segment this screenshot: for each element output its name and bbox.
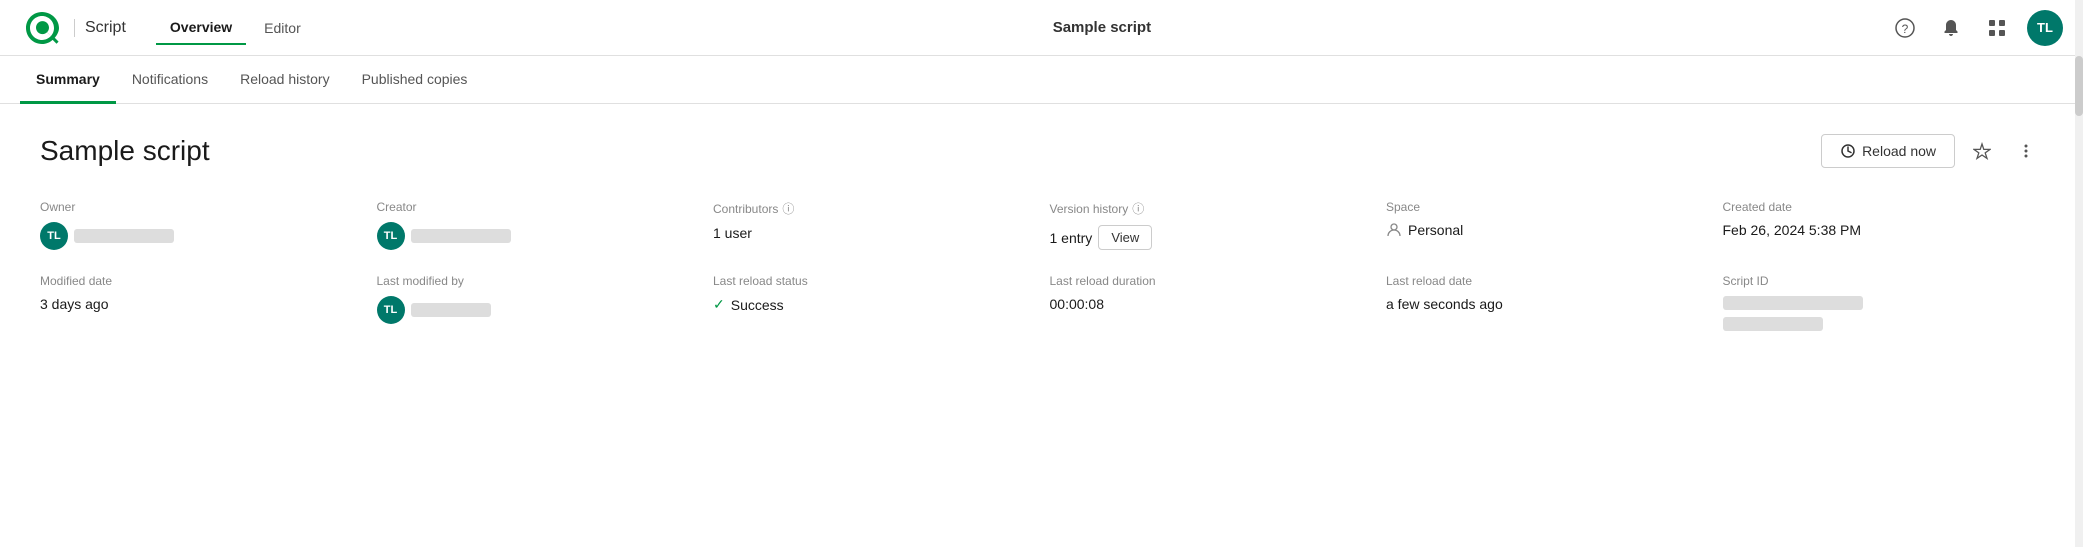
reload-icon	[1840, 143, 1856, 159]
last-modified-by-avatar: TL	[377, 296, 405, 324]
creator-value: TL	[377, 222, 698, 250]
main-content: Sample script Reload now	[0, 104, 2083, 504]
version-history-value: 1 entry View	[1050, 225, 1371, 250]
user-avatar[interactable]: TL	[2027, 10, 2063, 46]
script-id-label: Script ID	[1723, 274, 2044, 288]
space-value: Personal	[1386, 222, 1707, 238]
favorite-button[interactable]	[1965, 134, 1999, 168]
creator-name-blurred	[411, 229, 511, 243]
meta-last-reload-status: Last reload status ✓ Success	[713, 274, 1034, 331]
person-icon	[1386, 222, 1402, 238]
more-icon	[2017, 142, 2035, 160]
svg-text:?: ?	[1902, 22, 1909, 36]
contributors-info-icon: ⓘ	[782, 200, 794, 217]
sub-tabs: Summary Notifications Reload history Pub…	[0, 56, 2083, 104]
bell-icon	[1941, 18, 1961, 38]
tab-summary[interactable]: Summary	[20, 56, 116, 104]
last-reload-duration-label: Last reload duration	[1050, 274, 1371, 288]
meta-version-history: Version history ⓘ 1 entry View	[1050, 200, 1371, 250]
content-header: Sample script Reload now	[40, 134, 2043, 168]
last-modified-by-label: Last modified by	[377, 274, 698, 288]
tab-reload-history[interactable]: Reload history	[224, 56, 346, 104]
last-reload-duration-value: 00:00:08	[1050, 296, 1371, 312]
meta-script-id: Script ID	[1723, 274, 2044, 331]
nav-links: Overview Editor	[156, 11, 315, 45]
script-id-value	[1723, 296, 2044, 331]
owner-label: Owner	[40, 200, 361, 214]
created-date-label: Created date	[1723, 200, 2044, 214]
script-id-line1-blurred	[1723, 296, 1863, 310]
view-version-history-button[interactable]: View	[1098, 225, 1152, 250]
meta-created-date: Created date Feb 26, 2024 5:38 PM	[1723, 200, 2044, 250]
nav-actions: ? TL	[1889, 10, 2063, 46]
help-icon: ?	[1895, 18, 1915, 38]
space-label: Space	[1386, 200, 1707, 214]
version-history-info-icon: ⓘ	[1132, 200, 1144, 217]
more-options-button[interactable]	[2009, 134, 2043, 168]
app-title: Script	[74, 19, 126, 37]
last-modified-by-name-blurred	[411, 303, 491, 317]
meta-last-reload-duration: Last reload duration 00:00:08	[1050, 274, 1371, 331]
nav-link-overview[interactable]: Overview	[156, 11, 246, 45]
grid-icon	[1987, 18, 2007, 38]
last-reload-date-label: Last reload date	[1386, 274, 1707, 288]
nav-link-editor[interactable]: Editor	[250, 12, 315, 44]
content-actions: Reload now	[1821, 134, 2043, 168]
scrollbar-track[interactable]	[2075, 0, 2083, 547]
meta-owner: Owner TL	[40, 200, 361, 250]
logo-area: Script	[20, 6, 126, 50]
last-reload-date-value: a few seconds ago	[1386, 296, 1707, 312]
script-id-line2-blurred	[1723, 317, 1823, 331]
reload-now-button[interactable]: Reload now	[1821, 134, 1955, 168]
last-reload-status-label: Last reload status	[713, 274, 1034, 288]
last-reload-status-value: ✓ Success	[713, 296, 1034, 313]
apps-grid-button[interactable]	[1981, 12, 2013, 44]
owner-value: TL	[40, 222, 361, 250]
notifications-bell-button[interactable]	[1935, 12, 1967, 44]
owner-avatar: TL	[40, 222, 68, 250]
meta-space: Space Personal	[1386, 200, 1707, 250]
meta-last-modified-by: Last modified by TL	[377, 274, 698, 331]
help-icon-button[interactable]: ?	[1889, 12, 1921, 44]
version-history-label: Version history ⓘ	[1050, 200, 1371, 217]
creator-avatar: TL	[377, 222, 405, 250]
creator-label: Creator	[377, 200, 698, 214]
star-icon	[1973, 142, 1991, 160]
meta-creator: Creator TL	[377, 200, 698, 250]
success-check-icon: ✓	[713, 296, 725, 313]
page-title: Sample script	[315, 19, 1889, 36]
tab-notifications[interactable]: Notifications	[116, 56, 224, 104]
meta-last-reload-date: Last reload date a few seconds ago	[1386, 274, 1707, 331]
top-navigation: Script Overview Editor Sample script ?	[0, 0, 2083, 56]
qlik-logo	[20, 6, 64, 50]
owner-name-blurred	[74, 229, 174, 243]
meta-contributors: Contributors ⓘ 1 user	[713, 200, 1034, 250]
contributors-label: Contributors ⓘ	[713, 200, 1034, 217]
tab-published-copies[interactable]: Published copies	[346, 56, 484, 104]
meta-modified-date: Modified date 3 days ago	[40, 274, 361, 331]
scrollbar-thumb[interactable]	[2075, 56, 2083, 116]
content-title: Sample script	[40, 135, 210, 167]
metadata-grid: Owner TL Creator TL Contributors ⓘ 1 use…	[40, 200, 2043, 331]
modified-date-label: Modified date	[40, 274, 361, 288]
reload-now-label: Reload now	[1862, 143, 1936, 159]
modified-date-value: 3 days ago	[40, 296, 361, 312]
last-modified-by-value: TL	[377, 296, 698, 324]
created-date-value: Feb 26, 2024 5:38 PM	[1723, 222, 2044, 238]
contributors-value: 1 user	[713, 225, 1034, 241]
